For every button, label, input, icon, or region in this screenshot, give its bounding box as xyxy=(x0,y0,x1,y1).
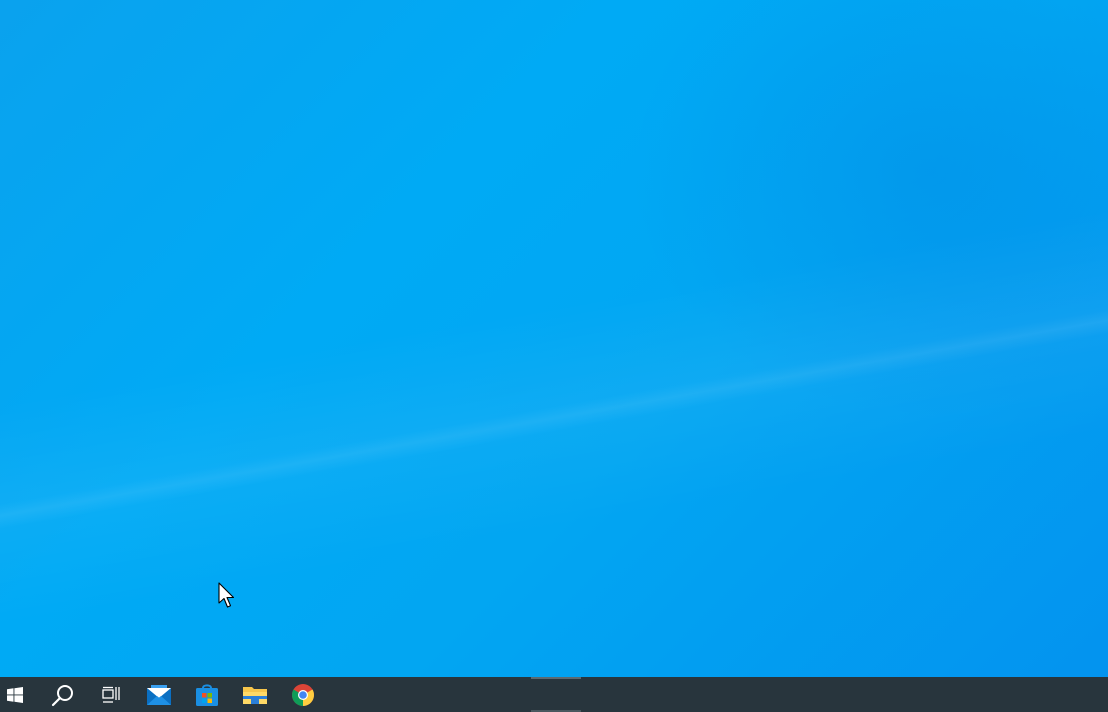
file-explorer-app[interactable] xyxy=(231,677,279,712)
mail-app[interactable] xyxy=(135,677,183,712)
folder-icon xyxy=(243,686,267,704)
wallpaper-light-beam xyxy=(0,180,1108,640)
chrome-icon xyxy=(292,683,314,706)
chrome-app[interactable] xyxy=(279,677,327,712)
arrow-cursor-icon xyxy=(218,582,235,608)
desktop-wallpaper[interactable] xyxy=(0,0,1108,677)
task-view-icon xyxy=(102,686,120,703)
search-icon xyxy=(51,684,73,706)
task-view-button[interactable] xyxy=(87,677,135,712)
taskbar-hover-indicator xyxy=(531,677,581,679)
wallpaper-glow xyxy=(628,0,1108,420)
taskbar xyxy=(0,677,1108,712)
store-icon xyxy=(196,683,218,706)
search-button[interactable] xyxy=(39,677,87,712)
microsoft-store-app[interactable] xyxy=(183,677,231,712)
start-button[interactable] xyxy=(0,677,30,712)
windows-logo-icon xyxy=(7,686,23,703)
mail-icon xyxy=(147,684,171,705)
